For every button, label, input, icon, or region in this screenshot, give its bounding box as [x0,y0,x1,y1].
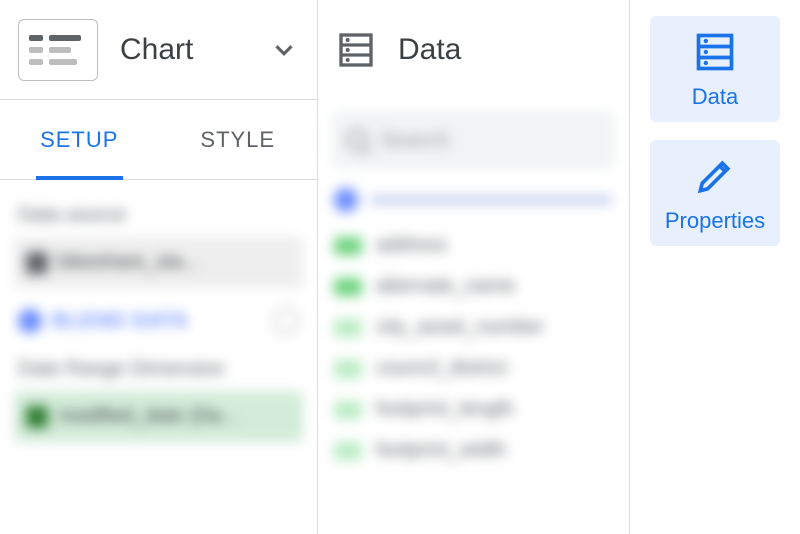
tab-setup[interactable]: SETUP [0,100,159,179]
rail-data-label: Data [692,84,738,110]
dimension-chip-icon [334,401,362,419]
dimension-chip-icon [334,237,362,255]
chart-config-panel: Chart SETUP STYLE Data source bikeshare_… [0,0,318,534]
config-tabs: SETUP STYLE [0,100,317,180]
field-item[interactable]: footprint_length [334,398,613,421]
add-icon [18,309,42,333]
search-placeholder: Search [380,127,450,153]
dimension-chip-icon [334,319,362,337]
data-fields-body: Search address alternate_name city_asset… [318,100,629,492]
rail-properties-button[interactable]: Properties [650,140,780,246]
field-item[interactable]: alternate_name [334,275,613,298]
field-search-input[interactable]: Search [332,112,615,168]
field-item[interactable]: city_asset_number [334,316,613,339]
database-icon [336,30,376,70]
dimension-chip-icon [334,278,362,296]
chart-type-label: Chart [120,33,269,67]
blend-label: BLEND DATA [52,310,189,333]
right-rail: Data Properties [630,0,800,534]
data-panel-title: Data [398,33,461,67]
dimension-chip-icon [334,442,362,460]
calendar-icon [26,406,48,428]
help-icon [273,308,299,334]
data-source-row[interactable] [334,188,613,212]
field-item[interactable]: council_district [334,357,613,380]
database-icon [693,30,737,74]
chevron-down-icon [269,35,299,65]
chart-type-selector[interactable]: Chart [0,0,317,100]
dimension-chip-icon [334,360,362,378]
edit-icon [26,252,48,274]
tab-style[interactable]: STYLE [159,100,318,179]
date-range-value: modified_date (Da... [58,405,238,428]
data-fields-panel: Data Search address alternate_name city_… [318,0,630,534]
field-item[interactable]: footprint_width [334,439,613,462]
data-source-name: bikeshare_sta... [58,251,199,274]
source-dot-icon [334,188,358,212]
data-panel-header: Data [318,0,629,100]
rail-data-button[interactable]: Data [650,16,780,122]
data-source-chip[interactable]: bikeshare_sta... [14,237,303,288]
date-range-label: Date Range Dimension [18,358,299,381]
search-icon [346,129,368,151]
rail-properties-label: Properties [665,208,765,234]
setup-body: Data source bikeshare_sta... BLEND DATA … [0,180,317,470]
date-range-chip[interactable]: modified_date (Da... [14,391,303,442]
field-item[interactable]: address [334,234,613,257]
data-source-label: Data source [18,204,299,227]
blend-data-button[interactable]: BLEND DATA [14,300,303,350]
table-chart-icon [18,19,98,81]
pencil-icon [693,154,737,198]
